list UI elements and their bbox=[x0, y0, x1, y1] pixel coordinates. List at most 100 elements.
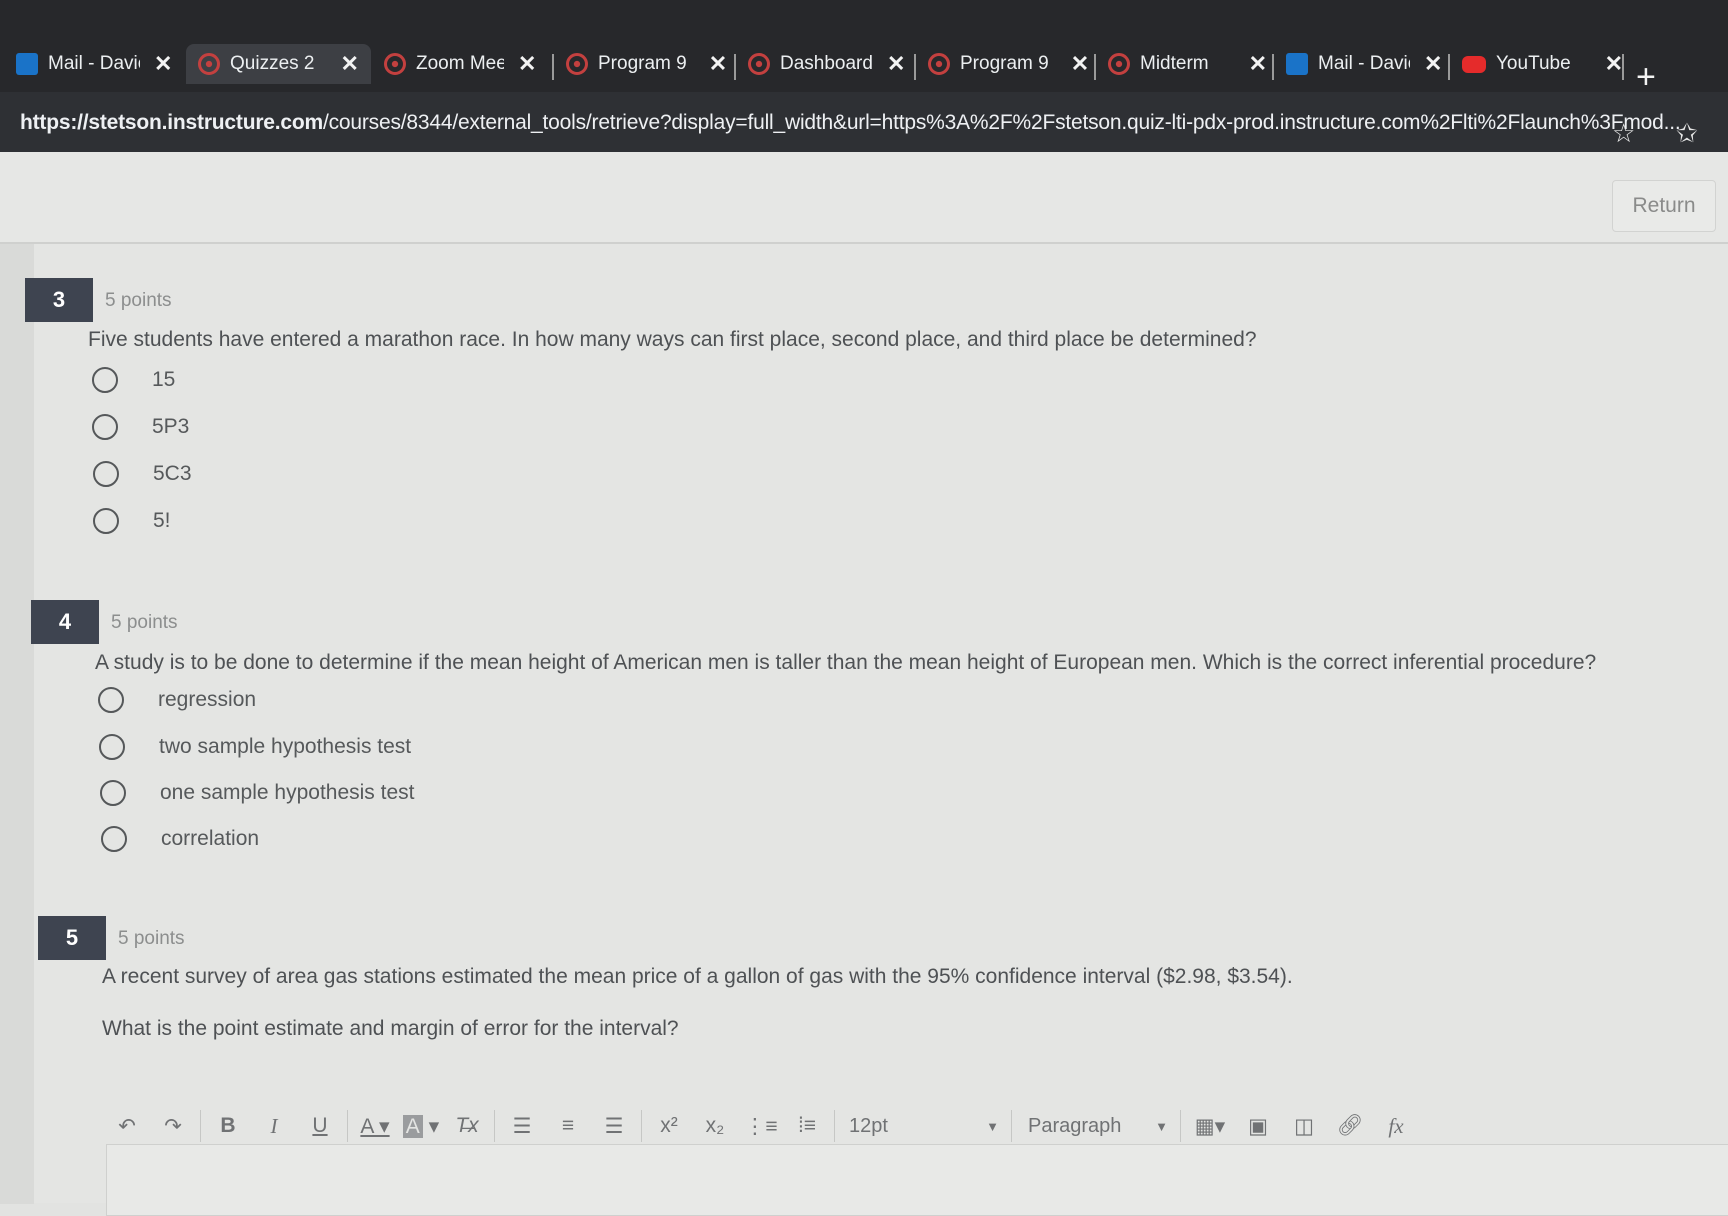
tab-quizzes-2[interactable]: Quizzes 2 ✕ bbox=[186, 44, 371, 84]
chevron-down-icon: ▼ bbox=[986, 1118, 999, 1134]
question-number-badge: 4 bbox=[31, 600, 99, 644]
toolbar-divider bbox=[834, 1110, 835, 1142]
close-tab-icon[interactable]: ✕ bbox=[518, 51, 536, 77]
answer-option[interactable]: 5P3 bbox=[92, 414, 189, 440]
radio-button[interactable] bbox=[101, 826, 127, 852]
undo-icon[interactable]: ↶ bbox=[104, 1114, 150, 1139]
canvas-icon bbox=[748, 53, 770, 75]
close-tab-icon[interactable]: ✕ bbox=[709, 51, 727, 77]
align-left-icon[interactable]: ☰ bbox=[499, 1114, 545, 1139]
new-tab-icon[interactable]: + bbox=[1636, 60, 1656, 94]
radio-button[interactable] bbox=[99, 734, 125, 760]
outlook-icon bbox=[16, 53, 38, 75]
url-path: /courses/8344/external_tools/retrieve?di… bbox=[323, 111, 1681, 134]
radio-button[interactable] bbox=[92, 414, 118, 440]
tab-separator bbox=[1094, 54, 1096, 80]
answer-option[interactable]: 15 bbox=[92, 367, 175, 393]
subscript-icon[interactable]: x₂ bbox=[692, 1114, 738, 1138]
media-icon[interactable]: ◫ bbox=[1281, 1114, 1327, 1139]
tab-separator bbox=[1622, 54, 1624, 80]
close-tab-icon[interactable]: ✕ bbox=[154, 51, 172, 77]
option-label: correlation bbox=[161, 827, 260, 850]
toolbar-divider bbox=[347, 1110, 348, 1142]
answer-option[interactable]: 5! bbox=[93, 508, 171, 534]
question-text: Five students have entered a marathon ra… bbox=[88, 328, 1257, 351]
add-favorite-icon[interactable]: ☆ bbox=[1612, 118, 1635, 149]
tab-title: Zoom Mee bbox=[416, 53, 504, 74]
close-tab-icon[interactable]: ✕ bbox=[887, 51, 905, 77]
radio-button[interactable] bbox=[93, 461, 119, 487]
bullet-list-icon[interactable]: ⋮≡ bbox=[738, 1114, 784, 1139]
redo-icon[interactable]: ↷ bbox=[150, 1114, 196, 1139]
equation-icon[interactable]: fx bbox=[1373, 1114, 1419, 1139]
option-label: 5C3 bbox=[153, 462, 192, 485]
tab-separator bbox=[552, 54, 554, 80]
question-number-badge: 5 bbox=[38, 916, 106, 960]
question-points: 5 points bbox=[118, 928, 185, 949]
tab-program-9-b[interactable]: Program 9 ✕ bbox=[928, 44, 1089, 84]
answer-option[interactable]: 5C3 bbox=[93, 461, 192, 487]
answer-option[interactable]: two sample hypothesis test bbox=[99, 734, 411, 760]
tab-title: Mail - Davic bbox=[1318, 53, 1410, 74]
align-center-icon[interactable]: ≡ bbox=[545, 1114, 591, 1138]
tab-title: Dashboard bbox=[780, 53, 873, 74]
return-button[interactable]: Return bbox=[1612, 180, 1716, 232]
youtube-icon bbox=[1462, 55, 1486, 73]
quiz-header: Return bbox=[0, 152, 1728, 244]
question-text: A study is to be done to determine if th… bbox=[95, 651, 1597, 674]
browser-tab-strip: Mail - Davic ✕ Quizzes 2 ✕ Zoom Mee ✕ Pr… bbox=[0, 0, 1728, 94]
underline-icon[interactable]: U bbox=[297, 1114, 343, 1138]
favorites-icon[interactable]: ✩ bbox=[1676, 118, 1698, 149]
option-label: one sample hypothesis test bbox=[160, 781, 415, 804]
tab-mail-2[interactable]: Mail - Davic ✕ bbox=[1286, 44, 1442, 84]
paragraph-format-dropdown[interactable]: Paragraph ▼ bbox=[1028, 1115, 1168, 1138]
tab-separator bbox=[1272, 54, 1274, 80]
option-label: 5P3 bbox=[152, 415, 190, 438]
answer-option[interactable]: one sample hypothesis test bbox=[100, 780, 414, 806]
image-icon[interactable]: ▣ bbox=[1235, 1114, 1281, 1139]
font-size-dropdown[interactable]: 12pt ▼ bbox=[849, 1115, 999, 1138]
radio-button[interactable] bbox=[92, 367, 118, 393]
rich-text-toolbar: ↶ ↷ B I U A ▾ A ▾ T̶x ☰ ≡ ☰ x² x₂ ⋮≡ ⁞≡ … bbox=[104, 1102, 1728, 1150]
bold-icon[interactable]: B bbox=[205, 1114, 251, 1138]
answer-option[interactable]: regression bbox=[98, 687, 256, 713]
tab-dashboard[interactable]: Dashboard ✕ bbox=[748, 44, 905, 84]
answer-text-editor[interactable] bbox=[106, 1144, 1728, 1216]
option-label: two sample hypothesis test bbox=[159, 735, 412, 758]
close-tab-icon[interactable]: ✕ bbox=[1424, 51, 1442, 77]
tab-program-9-a[interactable]: Program 9 ✕ bbox=[566, 44, 727, 84]
tab-mail-1[interactable]: Mail - Davic ✕ bbox=[16, 44, 172, 84]
address-bar[interactable]: https://stetson.instructure.com/courses/… bbox=[0, 92, 1728, 152]
radio-button[interactable] bbox=[100, 780, 126, 806]
text-color-icon[interactable]: A ▾ bbox=[352, 1114, 398, 1139]
background-color-icon[interactable]: A ▾ bbox=[398, 1114, 444, 1139]
close-tab-icon[interactable]: ✕ bbox=[1071, 51, 1089, 77]
close-tab-icon[interactable]: ✕ bbox=[1605, 51, 1623, 77]
clear-formatting-icon[interactable]: T̶x bbox=[444, 1114, 490, 1138]
radio-button[interactable] bbox=[93, 508, 119, 534]
url-field[interactable]: https://stetson.instructure.com/courses/… bbox=[20, 111, 1681, 135]
table-icon[interactable]: ▦▾ bbox=[1185, 1114, 1235, 1139]
numbered-list-icon[interactable]: ⁞≡ bbox=[784, 1114, 830, 1138]
tab-midterm[interactable]: Midterm ✕ bbox=[1108, 44, 1267, 84]
close-tab-icon[interactable]: ✕ bbox=[1249, 51, 1267, 77]
link-icon[interactable]: 🔗︎ bbox=[1327, 1114, 1373, 1138]
font-size-value: 12pt bbox=[849, 1114, 888, 1137]
question-subtext: What is the point estimate and margin of… bbox=[102, 1017, 679, 1040]
align-right-icon[interactable]: ☰ bbox=[591, 1114, 637, 1139]
tab-title: Mail - Davic bbox=[48, 53, 140, 74]
tab-youtube[interactable]: YouTube ✕ bbox=[1462, 44, 1623, 84]
question-points: 5 points bbox=[111, 612, 178, 633]
toolbar-divider bbox=[1180, 1110, 1181, 1142]
italic-icon[interactable]: I bbox=[251, 1114, 297, 1139]
question-number-badge: 3 bbox=[25, 278, 93, 322]
superscript-icon[interactable]: x² bbox=[646, 1114, 692, 1138]
tab-title: Quizzes 2 bbox=[230, 53, 315, 74]
tab-title: Program 9 bbox=[960, 53, 1049, 74]
radio-button[interactable] bbox=[98, 687, 124, 713]
close-tab-icon[interactable]: ✕ bbox=[340, 51, 358, 77]
answer-option[interactable]: correlation bbox=[101, 826, 259, 852]
left-margin bbox=[0, 244, 34, 1204]
tab-zoom-meeting[interactable]: Zoom Mee ✕ bbox=[384, 44, 536, 84]
toolbar-divider bbox=[641, 1110, 642, 1142]
